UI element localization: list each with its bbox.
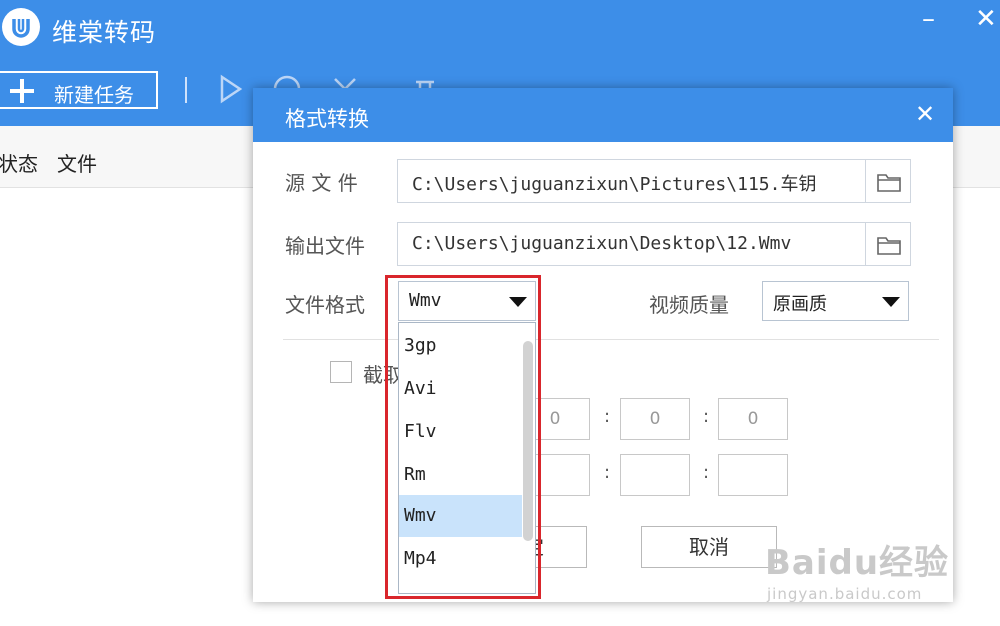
cancel-button[interactable]: 取消 [641,526,777,568]
source-path-field[interactable]: C:\Users\juguanzixun\Pictures\115.车钥 [397,159,866,203]
folder-icon [877,174,901,192]
new-task-label: 新建任务 [54,83,134,107]
video-quality-label: 视频质量 [649,293,729,317]
output-file-label: 输出文件 [285,234,365,258]
source-browse-button[interactable] [865,159,911,203]
end-second-input[interactable] [718,454,788,496]
time-separator: : [604,406,611,427]
dialog-close-button[interactable]: ✕ [915,102,935,126]
video-quality-value: 原画质 [773,294,827,315]
time-separator: : [703,462,710,483]
app-title: 维棠转码 [52,18,157,47]
start-second-input[interactable]: 0 [718,398,788,440]
column-file[interactable]: 文件 [57,148,97,177]
source-path-value: C:\Users\juguanzixun\Pictures\115.车钥 [412,174,817,195]
folder-icon [877,237,901,255]
minimize-button[interactable]: – [922,6,935,32]
column-status[interactable]: 状态 [0,148,38,177]
file-format-label: 文件格式 [285,293,365,317]
watermark-logo: Baidu经验 [765,543,950,583]
clip-checkbox[interactable] [330,361,352,383]
time-separator: : [703,406,710,427]
end-minute-input[interactable] [620,454,690,496]
start-minute-input[interactable]: 0 [620,398,690,440]
output-browse-button[interactable] [865,222,911,266]
title-bar: 维棠转码 – ✕ [0,0,1000,60]
dialog-header: 格式转换 ✕ [253,88,953,142]
app-logo-icon [2,8,40,46]
close-window-button[interactable]: ✕ [975,6,997,32]
output-path-value: C:\Users\juguanzixun\Desktop\12.Wmv [412,233,792,254]
dialog-title: 格式转换 [285,107,369,131]
output-path-field[interactable]: C:\Users\juguanzixun\Desktop\12.Wmv [397,222,866,266]
toolbar-divider [185,77,187,103]
video-quality-select[interactable]: 原画质 [762,281,909,321]
annotation-highlight-frame [385,275,541,599]
new-task-button[interactable]: 新建任务 [0,71,158,109]
watermark-url: jingyan.baidu.com [767,585,923,603]
plus-icon [10,79,34,103]
chevron-down-icon [882,297,900,307]
time-separator: : [604,462,611,483]
source-file-label: 源 文 件 [285,171,358,195]
format-conversion-dialog: 格式转换 ✕ 源 文 件 C:\Users\juguanzixun\Pictur… [253,88,953,602]
section-divider [283,339,939,340]
play-icon[interactable] [218,74,244,104]
